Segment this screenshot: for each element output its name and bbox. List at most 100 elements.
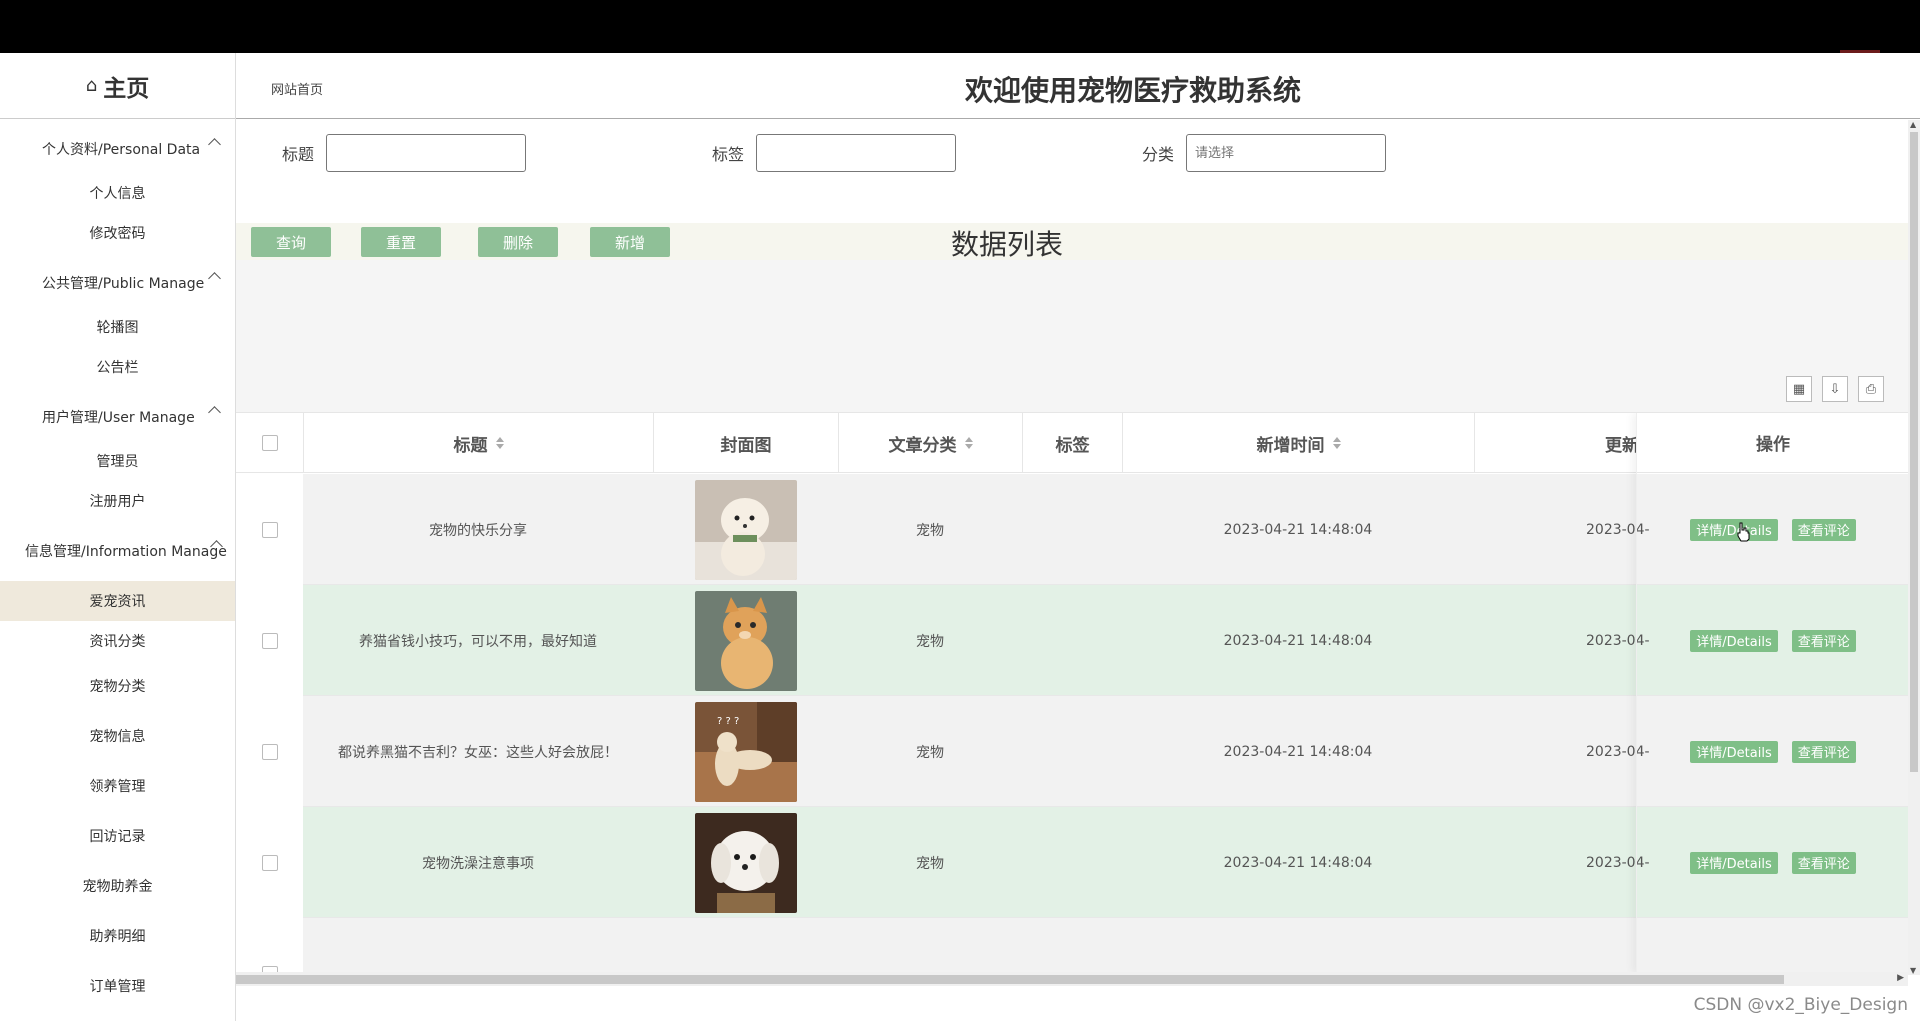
row-category: 宠物 [838,696,1022,807]
row-title: 养猫省钱小技巧，可以不用，最好知道 [303,585,653,696]
column-filter-icon[interactable]: ▦ [1786,376,1812,402]
col-category-label: 文章分类 [889,431,957,456]
row-cover [653,474,838,585]
row-checkbox[interactable] [262,633,278,649]
sidebar-item-profile[interactable]: 个人信息 [0,173,235,213]
row-title: 宠物的快乐分享 [303,474,653,585]
nav-group-user[interactable]: 用户管理/User Manage [0,393,235,441]
col-tag: 标签 [1022,413,1122,473]
select-all-cell [236,413,303,473]
col-operations: 操作 [1637,413,1908,473]
comments-button[interactable]: 查看评论 [1792,741,1856,763]
operations-column: 操作 详情/Details 查看评论 详情/Details 查看评论 详情/De… [1636,413,1908,972]
row-category: 宠物 [838,585,1022,696]
col-cover-label: 封面图 [721,431,772,456]
chevron-up-icon [208,138,221,151]
row-created: 2023-04-21 14:48:04 [1122,474,1474,585]
sort-icon[interactable] [1333,437,1341,449]
col-title[interactable]: 标题 [303,413,653,473]
col-tag-label: 标签 [1056,431,1090,456]
row-actions: 详情/Details 查看评论 [1637,807,1908,918]
add-button[interactable]: 新增 [590,227,670,257]
sidebar-item-sponsor-detail[interactable]: 助养明细 [0,911,235,961]
chevron-up-icon [208,272,221,285]
col-cover: 封面图 [653,413,838,473]
home-link[interactable]: ⌂ 主页 [0,53,235,119]
nav-group-personal[interactable]: 个人资料/Personal Data [0,125,235,173]
sidebar-item-visit-records[interactable]: 回访记录 [0,811,235,861]
chevron-up-icon [208,406,221,419]
vertical-scroll-thumb[interactable] [1910,132,1918,772]
page-title: 欢迎使用宠物医疗救助系统 [236,69,1920,109]
page-header: 网站首页 欢迎使用宠物医疗救助系统 [236,53,1920,119]
export-icon[interactable]: ⇩ [1822,376,1848,402]
category-filter-label: 分类 [1142,141,1174,165]
data-table: 标题 封面图 文章分类 标签 新增时间 更新 宠物的快乐分享 宠物 2023-0… [236,412,1908,972]
details-button[interactable]: 详情/Details [1690,519,1777,541]
vertical-scrollbar[interactable]: ▲ ▼ [1908,120,1920,975]
action-bar: 查询 重置 删除 新增 [236,223,1908,260]
nav-group-label: 用户管理/User Manage [42,407,195,427]
details-button[interactable]: 详情/Details [1690,630,1777,652]
sort-icon[interactable] [496,437,504,449]
col-created[interactable]: 新增时间 [1122,413,1474,473]
sidebar-item-orders[interactable]: 订单管理 [0,961,235,1011]
horizontal-scrollbar[interactable]: ▶ [236,972,1908,986]
horizontal-scroll-thumb[interactable] [236,975,1784,984]
window-top-bar [0,0,1920,53]
sidebar-item-notice[interactable]: 公告栏 [0,347,235,387]
sidebar-item-admin[interactable]: 管理员 [0,441,235,481]
details-button[interactable]: 详情/Details [1690,741,1777,763]
comments-button[interactable]: 查看评论 [1792,630,1856,652]
nav-group-label: 公共管理/Public Manage [42,273,204,293]
print-icon[interactable]: ⎙ [1858,376,1884,402]
sort-icon[interactable] [965,437,973,449]
row-created: 2023-04-21 14:48:04 [1122,585,1474,696]
nav-group-public[interactable]: 公共管理/Public Manage [0,259,235,307]
row-checkbox[interactable] [262,855,278,871]
category-select[interactable] [1186,134,1386,172]
sidebar-item-adoption[interactable]: 领养管理 [0,761,235,811]
col-category[interactable]: 文章分类 [838,413,1022,473]
tag-search-input[interactable] [756,134,956,172]
query-button[interactable]: 查询 [251,227,331,257]
sidebar-item-password[interactable]: 修改密码 [0,213,235,253]
row-title: 都说养黑猫不吉利？女巫：这些人好会放屁！ [303,696,653,807]
row-actions: 详情/Details 查看评论 [1637,696,1908,807]
scroll-up-icon[interactable]: ▲ [1910,120,1916,129]
delete-button[interactable]: 删除 [478,227,558,257]
comments-button[interactable]: 查看评论 [1792,519,1856,541]
title-filter: 标题 [282,134,526,172]
nav-group-label: 个人资料/Personal Data [42,139,200,159]
scroll-down-icon[interactable]: ▼ [1910,966,1916,975]
cover-image-cat: ? ? ? [695,702,797,802]
sidebar-item-sponsor-fund[interactable]: 宠物助养金 [0,861,235,911]
col-created-label: 新增时间 [1257,431,1325,456]
cover-image-dog [695,480,797,580]
sidebar-item-news-category[interactable]: 资讯分类 [0,621,235,661]
comments-button[interactable]: 查看评论 [1792,852,1856,874]
search-bar: 标题 标签 分类 [236,120,1908,223]
row-cover: ? ? ? [653,696,838,807]
sidebar-item-pet-info[interactable]: 宠物信息 [0,711,235,761]
row-checkbox[interactable] [262,522,278,538]
sidebar-item-carousel[interactable]: 轮播图 [0,307,235,347]
title-search-input[interactable] [326,134,526,172]
main-content: 标题 标签 分类 查询 重置 删除 新增 数据列表 ▦ ⇩ ⎙ 标题 封面图 文… [236,120,1908,1022]
svg-text:? ? ?: ? ? ? [717,716,739,727]
col-updated-label: 更新 [1605,431,1639,456]
list-title: 数据列表 [951,223,1063,263]
sidebar-item-pet-category[interactable]: 宠物分类 [0,661,235,711]
sidebar-item-users[interactable]: 注册用户 [0,481,235,521]
reset-button[interactable]: 重置 [361,227,441,257]
home-icon: ⌂ [86,75,97,96]
table-tools: ▦ ⇩ ⎙ [1786,376,1884,402]
details-button[interactable]: 详情/Details [1690,852,1777,874]
select-all-checkbox[interactable] [262,435,278,451]
row-checkbox[interactable] [262,744,278,760]
sidebar: ⌂ 主页 个人资料/Personal Data 个人信息 修改密码 公共管理/P… [0,53,236,1021]
sidebar-item-pet-news[interactable]: 爱宠资讯 [0,581,235,621]
scroll-right-icon[interactable]: ▶ [1897,973,1904,983]
cover-image-dog [695,813,797,913]
nav-group-info[interactable]: 信息管理/Information Manage [0,527,235,575]
